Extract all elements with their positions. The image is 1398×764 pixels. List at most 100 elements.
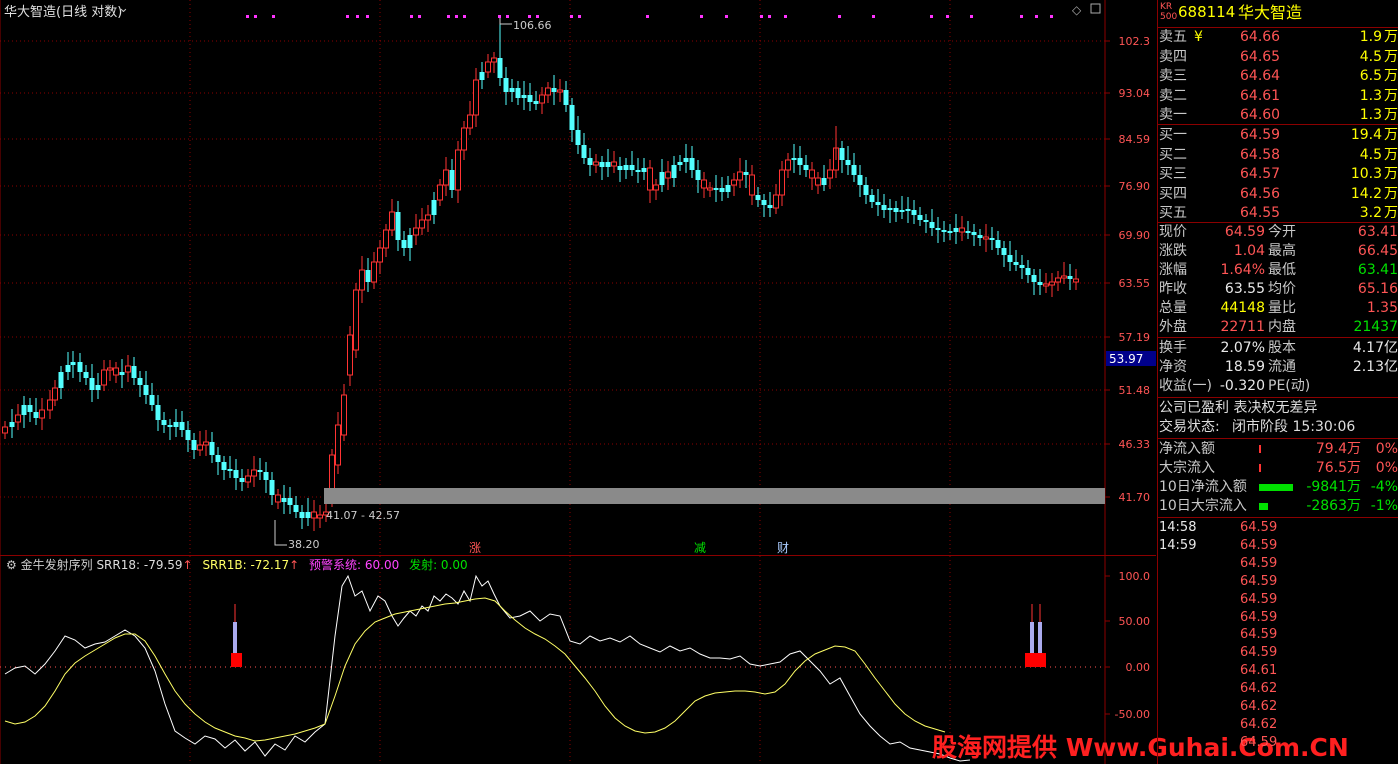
candle-body [15,414,21,423]
flow-label: 净流入额 [1159,441,1215,457]
candle-body [1043,283,1049,287]
bid-price: 64.57 [1240,166,1281,182]
candle-body [875,202,881,205]
candle-body [857,175,863,185]
tick-row: 64.59 [1158,573,1398,591]
indicator-gear-icon[interactable]: ⚙ [6,558,17,572]
candle-body [1061,275,1067,279]
candle-body [887,208,893,210]
event-dot [1050,15,1053,18]
chart-area[interactable]: 102.3 93.04 84.59 76.90 69.90 63.55 57.19 51.48… [0,0,1349,764]
event-dot [463,15,466,18]
candle-body [575,130,581,145]
range-label: 41.07 - 42.57 [326,509,400,522]
candle-body [671,165,677,178]
candle-body [881,205,887,210]
tick-price: 64.59 [1240,609,1278,625]
candle-body [773,194,779,209]
candle-body [917,215,923,220]
flow-bar [1259,503,1268,510]
candlestick-chart[interactable]: 102.3 93.04 84.59 76.90 69.90 63.55 57.19 51.48… [0,0,1156,556]
candle-body [461,127,467,151]
candle-body [95,385,101,390]
candle-body [1031,275,1037,282]
ask-row[interactable]: 卖三 64.64 6.5 万 [1158,67,1398,86]
ask-volume: 6.5 [1359,68,1382,84]
event-dot [418,15,421,18]
quote-label: 最低 [1268,262,1296,278]
candle-body [1049,281,1055,286]
candle-body [749,174,755,196]
fundamental-value: 2.13亿 [1352,359,1398,375]
candle-body [611,161,617,167]
candle-body [431,200,437,215]
quote-value: 1.64% [1220,262,1265,278]
candle-body [821,178,827,185]
fundamental-value: 18.59 [1224,359,1265,375]
candle-body [149,395,155,405]
indicator-axis-label: 100.0 [1119,570,1151,583]
bid-volume: 4.5 [1359,146,1382,163]
bid-unit: 万 [1384,166,1398,182]
tick-row: 64.62 [1158,680,1398,698]
candle-body [599,162,605,167]
event-marker: 减 [694,541,706,555]
candle-body [485,61,491,73]
ask-label: 卖一 [1159,107,1187,123]
bid-row[interactable]: 买二 64.58 4.5 万 [1158,146,1398,165]
ask-row[interactable]: 卖二 64.61 1.3 万 [1158,87,1398,106]
ask-row[interactable]: 卖五 ¥64.66 1.9 万 [1158,28,1398,47]
ask-row[interactable]: 卖四 64.65 4.5 万 [1158,48,1398,67]
candle-body [581,145,587,158]
ask-price: 64.65 [1240,48,1281,65]
candle-body [905,209,911,211]
bid-row[interactable]: 买一 64.59 19.4 万 [1158,126,1398,145]
bid-row[interactable]: 买五 64.55 3.2 万 [1158,204,1398,223]
quote-value: 63.41 [1357,224,1398,240]
chart-title: 华大智造(日线 对数) [4,5,123,20]
ask-price: 64.60 [1240,107,1281,123]
fundamental-label: 净资 [1159,359,1187,375]
candle-body [977,235,983,238]
candle-body [869,195,875,202]
bid-volume: 14.2 [1350,185,1382,202]
event-dot [536,15,539,18]
diamond-icon: ◇ [1072,3,1082,17]
event-dot [528,15,531,18]
candle-body [401,240,407,248]
chart-menu-icon[interactable]: ⌄ [118,1,129,16]
candle-body [425,214,431,221]
quote-value: 64.59 [1224,224,1265,240]
bid-unit: 万 [1384,205,1398,221]
flow-label: 10日净流入额 [1159,479,1247,495]
candle-body [851,165,857,175]
candle-body [689,158,695,170]
event-dot [646,15,649,18]
tick-price: 64.62 [1240,716,1278,732]
candle-body [797,158,803,165]
candle-body [701,179,707,189]
srr18-value: SRR18: -79.59 [96,558,183,572]
event-dot [838,15,841,18]
event-dot [1020,15,1023,18]
stock-header: KR 500 688114 华大智造 [1158,2,1398,25]
candle-body [725,185,731,192]
candle-body [245,475,251,483]
candle-body [269,480,275,495]
candle-body [1025,268,1031,275]
candle-body [52,387,58,401]
bid-row[interactable]: 买三 64.57 10.3 万 [1158,165,1398,184]
candle-body [635,170,641,172]
bid-row[interactable]: 买四 64.56 14.2 万 [1158,185,1398,204]
candle-body [413,227,419,236]
event-dot [1035,15,1038,18]
ask-row[interactable]: 卖一 64.60 1.3 万 [1158,106,1398,125]
candle-body [761,200,767,205]
candle-body [101,369,107,386]
candle-body [707,187,713,191]
candle-body [665,171,671,179]
tick-row: 14:58 64.59 [1158,519,1398,537]
flow-pct: 0% [1375,441,1398,457]
ask-volume: 1.9 [1359,29,1382,45]
tick-row: 64.59 [1158,626,1398,644]
